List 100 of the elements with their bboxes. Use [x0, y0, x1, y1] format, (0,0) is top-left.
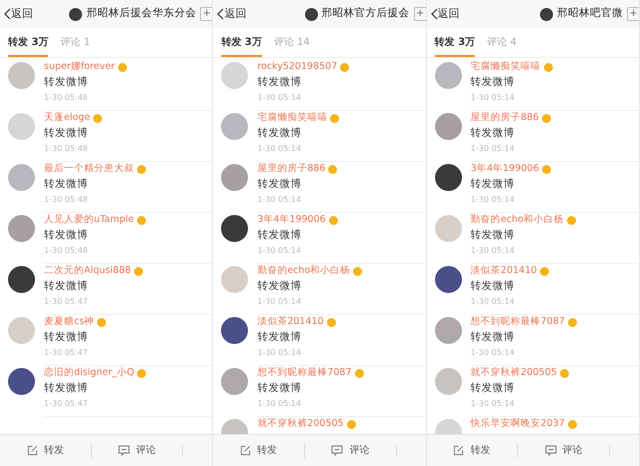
tab[interactable]: 评论 4	[487, 30, 517, 57]
back-button[interactable]: 返回	[4, 6, 33, 22]
avatar	[434, 164, 462, 191]
repost-text: 转发微博	[257, 177, 302, 192]
edit-icon	[453, 445, 464, 456]
timestamp: 1-30 05:14	[257, 245, 302, 257]
edit-icon	[26, 445, 38, 456]
add-button[interactable]: +	[626, 7, 639, 21]
user-name[interactable]: rocky520198507	[257, 60, 338, 74]
timestamp: 1-30 05:14	[470, 296, 514, 308]
avatar-icon	[540, 8, 553, 20]
repost-text: 转发微博	[257, 279, 302, 294]
user-name[interactable]: 麦夏糖cs神	[44, 315, 94, 329]
user-name[interactable]: 屋里的房子886	[470, 111, 539, 125]
avatar	[221, 164, 248, 191]
avatar	[8, 113, 35, 140]
user-name[interactable]: 最后一个精分患大叔	[44, 162, 134, 176]
repost-text: 转发微博	[44, 228, 88, 243]
timestamp: 1-30 05:14	[257, 143, 302, 155]
user-name[interactable]: 3年4年199006	[257, 213, 326, 227]
chevron-left-icon	[430, 8, 438, 20]
repost-text: 转发微博	[257, 381, 302, 396]
avatar-icon	[304, 8, 318, 20]
window-title: 邢昭林后援会华东分会	[86, 6, 196, 22]
toolbar-button[interactable]: 转发	[453, 443, 490, 458]
timestamp: 1-30 05:14	[470, 194, 514, 206]
repost-text: 转发微博	[470, 126, 515, 141]
avatar	[221, 113, 248, 140]
repost-text: 转发微博	[470, 228, 515, 243]
avatar	[221, 266, 248, 293]
avatar	[8, 368, 35, 395]
avatar-icon	[69, 8, 82, 20]
tab[interactable]: 转发 3万	[8, 30, 48, 57]
repost-text: 转发微博	[470, 381, 515, 396]
window-title: 邢昭林吧官微	[556, 6, 623, 22]
user-name[interactable]: 恋旧的disigner_小Q	[44, 366, 134, 380]
avatar	[8, 62, 35, 89]
timestamp: 1-30 05:14	[257, 194, 302, 206]
repost-text: 转发微博	[470, 279, 515, 294]
toolbar-button[interactable]: 转发	[240, 443, 278, 458]
avatar	[221, 62, 248, 89]
user-name[interactable]: 勤奋的echo和小白杨	[470, 213, 564, 227]
tab[interactable]: 转发 3万	[221, 30, 262, 57]
repost-text: 转发微博	[470, 75, 515, 90]
user-name[interactable]: 淡似茶201410	[257, 315, 324, 329]
avatar	[434, 215, 462, 242]
avatar	[8, 266, 35, 293]
user-name[interactable]: 人见人爱的uTample	[44, 213, 134, 227]
avatar	[434, 113, 462, 140]
chevron-left-icon	[4, 8, 11, 20]
repost-text: 转发微博	[44, 75, 88, 90]
user-name[interactable]: super娜forever	[44, 60, 115, 74]
add-button[interactable]: +	[200, 7, 212, 21]
toolbar-button[interactable]: 转发	[26, 443, 64, 458]
repost-text: 转发微博	[44, 279, 88, 294]
user-name[interactable]: 3年4年199006	[470, 162, 540, 176]
user-name[interactable]: 快乐早安啊晚安2037	[470, 417, 565, 431]
toolbar-button[interactable]: 评论	[331, 443, 370, 458]
back-button[interactable]: 返回	[217, 6, 246, 22]
user-name[interactable]: 天蓬eloge	[44, 111, 90, 125]
chevron-left-icon	[217, 8, 224, 20]
avatar	[8, 215, 35, 242]
user-name[interactable]: 宅腐懒痴笑嘻嘻	[257, 111, 328, 125]
avatar	[8, 164, 35, 191]
toolbar-button[interactable]: 评论	[544, 443, 583, 458]
repost-text: 转发微博	[44, 177, 88, 192]
timestamp: 1-30 05:47	[44, 296, 88, 308]
add-button[interactable]: +	[414, 7, 426, 21]
timestamp: 1-30 05:47	[44, 398, 88, 410]
tab[interactable]: 评论 1	[60, 30, 90, 57]
timestamp: 1-30 05:14	[257, 296, 302, 308]
user-name[interactable]: 屋里的房子886	[257, 162, 326, 176]
repost-text: 转发微博	[44, 330, 88, 345]
repost-text: 转发微博	[257, 330, 302, 345]
repost-text: 转发微博	[470, 177, 515, 192]
user-name[interactable]: 想不到昵称最棒7087	[257, 366, 352, 380]
repost-text: 转发微博	[257, 75, 302, 90]
user-name[interactable]: 勤奋的echo和小白杨	[257, 264, 350, 278]
timestamp: 1-30 05:48	[44, 92, 88, 104]
repost-text: 转发微博	[257, 126, 302, 141]
tab[interactable]: 转发 3万	[434, 30, 476, 57]
user-name[interactable]: 想不到昵称最棒7087	[470, 315, 565, 329]
user-name[interactable]: 宅腐懒痴笑嘻嘻	[470, 60, 541, 74]
repost-text: 转发微博	[44, 126, 88, 141]
back-button[interactable]: 返回	[430, 6, 460, 22]
user-name[interactable]: 就不穿秋裤200505	[257, 417, 344, 431]
avatar	[434, 62, 462, 89]
timestamp: 1-30 05:14	[257, 347, 302, 359]
tab[interactable]: 评论 14	[274, 30, 310, 57]
user-name[interactable]: 淡似茶201410	[470, 264, 537, 278]
user-name[interactable]: 二次元的Alqusi888	[44, 264, 131, 278]
user-name[interactable]: 就不穿秋裤200505	[470, 366, 557, 380]
avatar	[434, 266, 462, 293]
comment-icon	[331, 445, 344, 456]
window-title: 邢昭林官方后援会	[322, 6, 410, 22]
avatar	[434, 368, 462, 395]
avatar	[221, 368, 248, 395]
timestamp: 1-30 05:14	[470, 245, 514, 257]
toolbar-button[interactable]: 评论	[118, 443, 156, 458]
timestamp: 1-30 05:14	[257, 92, 302, 104]
